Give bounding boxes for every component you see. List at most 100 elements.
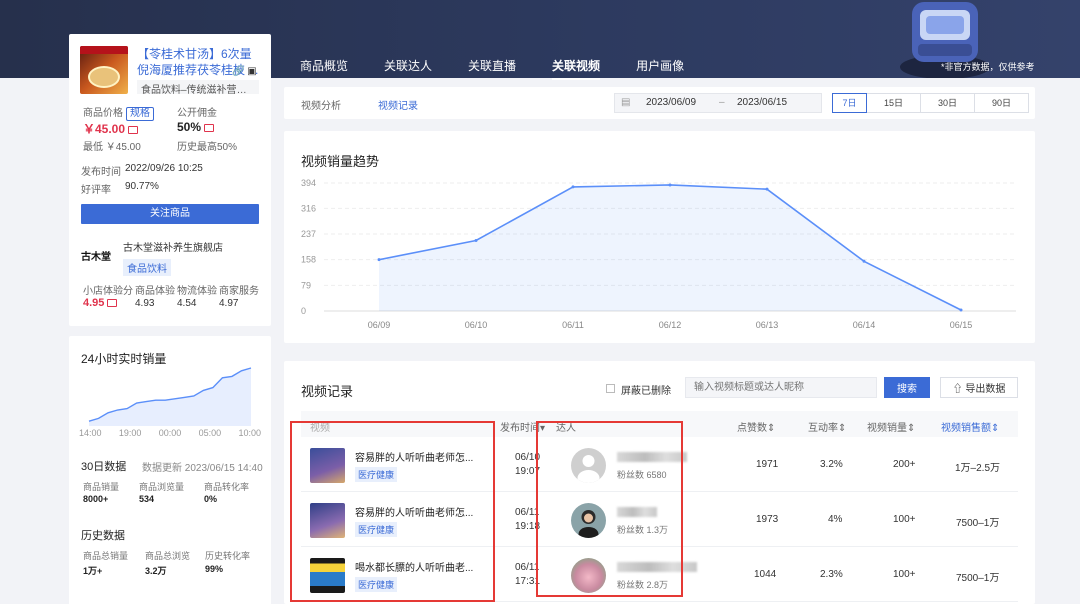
product-card: 【苓桂术甘汤】6次量倪海厦推荐茯苓桂枝 ... 🔗 ▣ 食品饮料–传统滋补营养品…: [69, 34, 271, 326]
table-row[interactable]: 喝水都长膘的人听听曲老... 医疗健康 06/11 17:31 粉丝数 2.8万 …: [301, 548, 1018, 602]
y-tick-label: 237: [301, 229, 316, 239]
table-header: 视频 发布时间▾ 达人 点赞数⇕ 互动率⇕ 视频销量⇕ 视频销售额⇕: [301, 411, 1018, 437]
trend-point: [377, 258, 381, 262]
video-title[interactable]: 容易胖的人听听曲老师怎...: [355, 504, 482, 519]
sort-icon: ▾: [540, 423, 546, 434]
x-tick-label: 06/13: [756, 320, 779, 330]
talent-name-blurred: [617, 507, 657, 517]
interaction-value: 3.2%: [820, 459, 843, 470]
video-tag: 医疗健康: [355, 577, 398, 592]
table-row[interactable]: 容易胖的人听听曲老师怎... 医疗健康 06/11 19:18 粉丝数 1.3万 …: [301, 493, 1018, 547]
calendar-icon: ▤: [621, 97, 631, 108]
search-input[interactable]: [685, 377, 877, 398]
search-button[interactable]: 搜索: [884, 377, 930, 398]
history-title: 历史数据: [81, 530, 125, 542]
rating-value: 90.77%: [125, 181, 159, 192]
score-label-shop: 小店体验分: [83, 286, 133, 297]
range-30d-button[interactable]: 30日: [920, 93, 975, 113]
trend-point: [862, 259, 866, 263]
stat-label: 商品销量: [83, 482, 120, 492]
col-interaction[interactable]: 互动率⇕: [808, 419, 846, 434]
store-name[interactable]: 古木堂滋补养生旗舰店: [123, 239, 223, 254]
sales-value: 100+: [893, 569, 916, 580]
video-title[interactable]: 容易胖的人听听曲老师怎...: [355, 449, 482, 464]
score-logistics: 4.54: [177, 298, 197, 309]
talent-avatar[interactable]: [571, 448, 606, 483]
talent-avatar[interactable]: [571, 558, 606, 593]
date-separator: –: [719, 97, 725, 108]
tab-user-profile[interactable]: 用户画像: [636, 57, 684, 79]
follow-product-button[interactable]: 关注商品: [81, 204, 259, 224]
y-tick-label: 394: [301, 178, 316, 188]
publish-time: 06/11 17:31: [515, 562, 541, 587]
hide-deleted-label[interactable]: 屏蔽已删除: [621, 382, 671, 397]
export-button[interactable]: ⇧ 导出数据: [940, 377, 1018, 398]
talent-fans: 粉丝数 1.3万: [617, 525, 669, 535]
stat-label: 历史转化率: [205, 551, 251, 561]
trend-chart-icon[interactable]: [128, 125, 139, 134]
tab-related-talent[interactable]: 关联达人: [384, 57, 432, 79]
video-thumbnail[interactable]: [310, 558, 345, 593]
realtime-sales-chart: [88, 367, 252, 426]
link-icon[interactable]: 🔗: [232, 66, 244, 77]
min-price: 最低 ￥45.00: [83, 142, 141, 153]
talent-avatar[interactable]: [571, 503, 606, 538]
sort-icon: ⇕: [767, 423, 776, 434]
score-chart-icon[interactable]: [107, 299, 118, 308]
range-7d-button[interactable]: 7日: [832, 93, 867, 113]
sales-value: 200+: [893, 459, 916, 470]
tab-related-live[interactable]: 关联直播: [468, 57, 516, 79]
col-pubtime[interactable]: 发布时间▾: [500, 419, 545, 434]
sales-value: 100+: [893, 514, 916, 525]
spec-tag[interactable]: 规格: [126, 107, 154, 121]
realtime-axis-tick: 05:00: [198, 428, 222, 438]
revenue-value: 7500–1万: [956, 573, 1000, 584]
subtab-video-records[interactable]: 视频记录: [378, 97, 418, 112]
trend-point: [571, 185, 575, 189]
tab-product-overview[interactable]: 商品概览: [300, 57, 348, 79]
product-thumbnail[interactable]: [80, 46, 128, 94]
filter-toolbar: 视频分析 视频记录 ▤ 2023/06/09 – 2023/06/15 7日 1…: [284, 87, 1035, 119]
score-label-service: 商家服务: [219, 286, 259, 297]
talent-name-blurred: [617, 452, 687, 462]
sales-card: 24小时实时销量 14:00 19:00 00:00 05:00 10:00 3…: [69, 336, 271, 604]
score-shop: 4.95: [83, 297, 118, 309]
hide-deleted-checkbox[interactable]: [606, 384, 615, 393]
x-tick-label: 06/09: [368, 320, 391, 330]
date-range-picker[interactable]: ▤ 2023/06/09 – 2023/06/15: [614, 93, 822, 113]
product-link-icons: 🔗 ▣: [232, 66, 257, 77]
tab-related-video[interactable]: 关联视频: [552, 57, 601, 80]
interaction-value: 4%: [828, 514, 843, 525]
video-records-card: 视频记录 屏蔽已删除 搜索 ⇧ 导出数据 视频 发布时间▾ 达人 点赞数⇕ 互动…: [284, 361, 1035, 604]
sort-icon: ⇕: [838, 423, 847, 434]
score-label-product: 商品体验: [135, 286, 175, 297]
range-15d-button[interactable]: 15日: [866, 93, 921, 113]
talent-name-blurred: [617, 562, 697, 572]
export-icon: ⇧: [952, 384, 963, 395]
thirty-day-title: 30日数据: [81, 461, 127, 473]
col-revenue[interactable]: 视频销售额⇕: [941, 419, 999, 434]
likes-value: 1973: [756, 514, 779, 525]
table-row[interactable]: 容易胖的人听听曲老师怎... 医疗健康 06/10 19:07 粉丝数 6580 …: [301, 438, 1018, 492]
y-tick-label: 158: [301, 255, 316, 265]
realtime-axis: 14:00 19:00 00:00 05:00 10:00: [79, 428, 261, 438]
commission-chart-icon[interactable]: [204, 123, 215, 132]
video-title[interactable]: 喝水都长膘的人听听曲老...: [355, 559, 482, 574]
range-90d-button[interactable]: 90日: [974, 93, 1029, 113]
score-service: 4.97: [219, 298, 239, 309]
qrcode-icon[interactable]: ▣: [247, 66, 256, 77]
y-tick-label: 0: [301, 306, 306, 316]
col-likes[interactable]: 点赞数⇕: [737, 419, 775, 434]
trend-area: [379, 184, 961, 311]
stat-label: 商品总销量: [83, 551, 129, 561]
subtab-video-analysis[interactable]: 视频分析: [301, 97, 341, 112]
x-tick-label: 06/10: [465, 320, 488, 330]
talent-fans: 粉丝数 6580: [617, 470, 667, 480]
date-start: 2023/06/09: [646, 97, 697, 108]
video-thumbnail[interactable]: [310, 503, 345, 538]
video-thumbnail[interactable]: [310, 448, 345, 483]
col-sales[interactable]: 视频销量⇕: [867, 419, 915, 434]
price-label: 商品价格 规格: [83, 104, 154, 121]
x-tick-label: 06/14: [853, 320, 876, 330]
stat-value: 8000+: [83, 494, 109, 504]
